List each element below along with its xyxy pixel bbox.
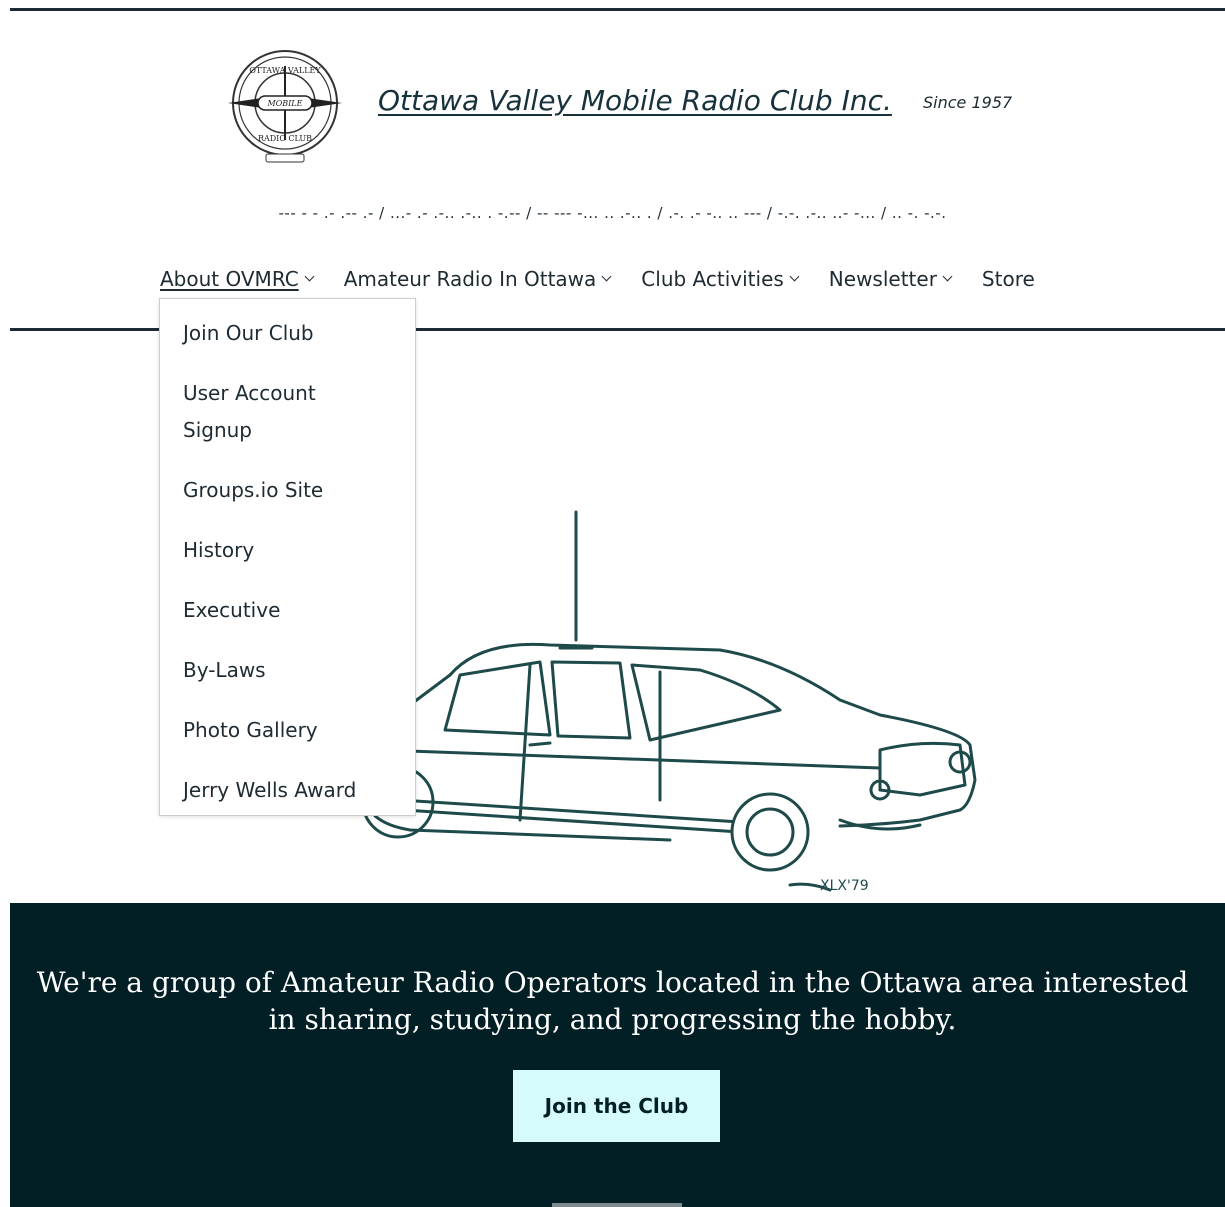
nav-item-label: Amateur Radio In Ottawa [343,267,597,291]
nav-item-label: Store [981,267,1035,291]
artist-signature: XLX'79 [820,878,869,894]
dropdown-item-photo-gallery[interactable]: Photo Gallery [183,712,383,749]
dropdown-item-join-our-club[interactable]: Join Our Club [183,315,383,352]
nav-item-label: Club Activities [641,267,784,291]
top-border-line [10,8,1225,11]
chevron-down-icon [601,271,612,282]
car-illustration: XLX'79 [320,500,1000,900]
mission-section [10,903,1225,1207]
dropdown-item-by-laws[interactable]: By-Laws [183,652,383,689]
chevron-down-icon [789,271,800,282]
nav-item-about-ovmrc[interactable]: About OVMRC [160,267,315,291]
club-logo[interactable]: OTTAWA VALLEY RADIO CLUB MOBILE [222,46,348,166]
nav-item-label: About OVMRC [160,267,299,291]
join-the-club-button[interactable]: Join the Club [513,1070,720,1142]
nav-item-label: Newsletter [828,267,937,291]
chevron-down-icon [942,271,953,282]
since-tagline: Since 1957 [923,93,1013,112]
scroll-indicator[interactable] [552,1203,682,1207]
nav-item-store[interactable]: Store [982,267,1035,291]
dropdown-item-executive[interactable]: Executive [183,592,383,629]
nav-item-newsletter[interactable]: Newsletter [828,267,953,291]
dropdown-item-history[interactable]: History [183,532,383,569]
chevron-down-icon [304,271,315,282]
about-dropdown-menu: Join Our Club User Account Signup Groups… [159,298,416,816]
nav-item-amateur-radio[interactable]: Amateur Radio In Ottawa [343,267,612,291]
dropdown-item-user-account-signup[interactable]: User Account Signup [183,375,383,449]
nav-item-club-activities[interactable]: Club Activities [641,267,800,291]
mission-statement: We're a group of Amateur Radio Operators… [36,966,1189,1036]
svg-text:MOBILE: MOBILE [267,99,303,108]
dropdown-item-jerry-wells-award[interactable]: Jerry Wells Award [183,772,383,809]
dropdown-item-groups-io-site[interactable]: Groups.io Site [183,472,383,509]
main-nav: About OVMRC Amateur Radio In Ottawa Club… [160,267,1066,291]
morse-code-line: --- - - .- .-- .- / ...- .- .-.. .-.. . … [278,204,947,222]
site-title-link[interactable]: Ottawa Valley Mobile Radio Club Inc. [378,84,892,117]
